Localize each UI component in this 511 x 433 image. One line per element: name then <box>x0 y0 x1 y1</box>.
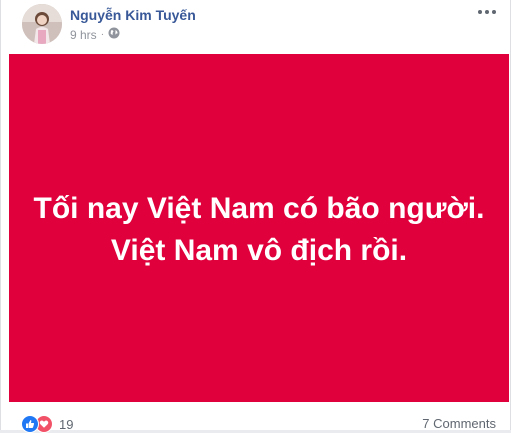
author-name[interactable]: Nguyễn Kim Tuyến <box>70 7 196 23</box>
comments-link[interactable]: 7 Comments <box>422 416 496 431</box>
post-time[interactable]: 9 hrs <box>70 28 97 42</box>
reaction-count: 19 <box>59 416 74 432</box>
reactions-summary[interactable]: 19 <box>21 415 73 433</box>
globe-icon[interactable] <box>108 27 120 42</box>
post-text-line-1: Tối nay Việt Nam có bão người. <box>33 192 485 225</box>
more-options-icon[interactable] <box>476 4 498 20</box>
post-text-line-2: Việt Nam vô địch rồi. <box>110 234 408 267</box>
post-meta: 9 hrs · <box>70 27 120 42</box>
avatar[interactable] <box>22 4 62 44</box>
meta-separator: · <box>100 29 105 40</box>
post-header: Nguyễn Kim Tuyến 9 hrs · <box>1 0 510 54</box>
post-footer: 19 7 Comments <box>1 404 510 433</box>
like-icon <box>21 415 39 433</box>
avatar-image <box>22 4 62 44</box>
post-card: Nguyễn Kim Tuyến 9 hrs · Tối nay Việt Na… <box>0 0 511 433</box>
post-text-banner: Tối nay Việt Nam có bão người. Việt Nam … <box>9 54 509 402</box>
